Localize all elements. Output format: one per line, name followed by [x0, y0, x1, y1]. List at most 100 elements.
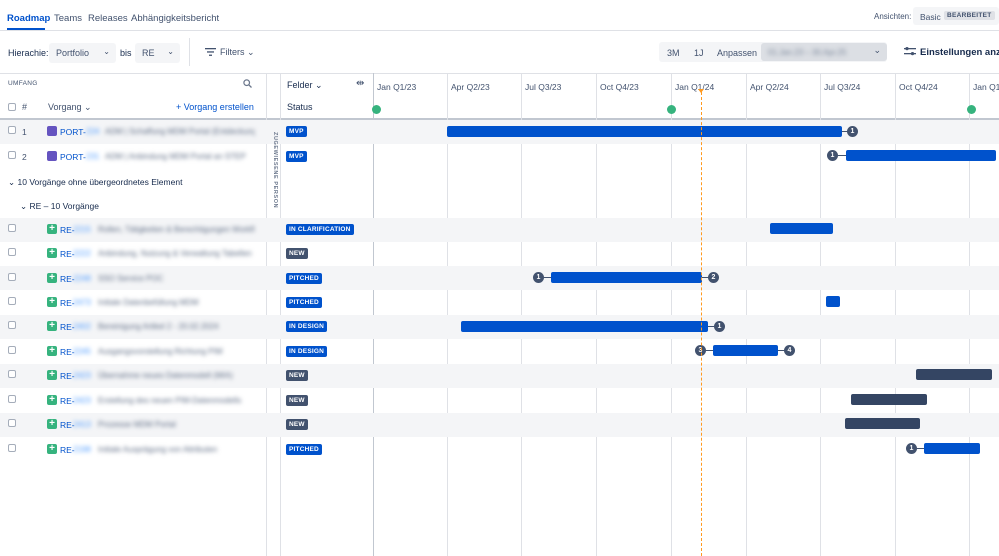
- row-checkbox[interactable]: [8, 395, 16, 403]
- collapse-fields-icon[interactable]: ⇹: [356, 78, 364, 89]
- quarter-label: Apr Q2/23: [451, 82, 490, 92]
- search-icon[interactable]: [243, 79, 252, 88]
- quarter-label: Jan Q1/24: [675, 82, 715, 92]
- issue-key-number: 2423: [73, 371, 91, 380]
- hierarchy-from-select[interactable]: Portfolio ⌄: [49, 43, 116, 63]
- issue-key-number: 2222: [73, 249, 91, 258]
- row-checkbox[interactable]: [8, 126, 16, 134]
- timeline-bar[interactable]: [845, 418, 920, 429]
- row-checkbox[interactable]: [8, 370, 16, 378]
- tab-dependency-report[interactable]: Abhängigkeitsbericht: [131, 13, 219, 24]
- zoom-custom-button[interactable]: Anpassen: [717, 48, 757, 58]
- release-milestone-marker[interactable]: [372, 105, 381, 114]
- row-checkbox[interactable]: [8, 248, 16, 256]
- issue-summary[interactable]: Initiale Datenbefüllung MDM: [98, 298, 255, 307]
- row-checkbox[interactable]: [8, 273, 16, 281]
- grid-top-border: [0, 73, 999, 74]
- release-milestone-marker[interactable]: [667, 105, 676, 114]
- number-column-header: #: [22, 102, 28, 112]
- issue-key-number: 2245: [73, 347, 91, 356]
- story-icon: +: [47, 273, 57, 283]
- row-checkbox[interactable]: [8, 444, 16, 452]
- dependency-badge[interactable]: 1: [533, 272, 544, 283]
- row-checkbox[interactable]: [8, 346, 16, 354]
- timeline-bar[interactable]: [461, 321, 708, 332]
- row-checkbox[interactable]: [8, 151, 16, 159]
- issue-key-number: 2215: [73, 225, 91, 234]
- tab-releases[interactable]: Releases: [88, 13, 128, 24]
- status-badge: MVP: [286, 151, 307, 162]
- quarter-label: Oct Q4/24: [899, 82, 938, 92]
- row-number: 1: [22, 127, 27, 137]
- zoom-3m-button[interactable]: 3M: [667, 48, 680, 58]
- release-milestone-marker[interactable]: [967, 105, 976, 114]
- issue-summary[interactable]: Prozesse MDM Portal: [98, 420, 255, 429]
- issue-summary[interactable]: Anbindung, Nutzung & Verwaltung Tabellen: [98, 249, 255, 258]
- timeline-bar[interactable]: [916, 369, 992, 380]
- issue-column-label: Vorgang: [48, 102, 82, 112]
- issue-key-number: 2413: [73, 420, 91, 429]
- dependency-badge[interactable]: 2: [708, 272, 719, 283]
- group-orphan-issues[interactable]: ⌄ 10 Vorgänge ohne übergeordnetes Elemen…: [8, 177, 182, 188]
- issue-column-header[interactable]: Vorgang ⌄: [48, 102, 92, 113]
- story-icon: +: [47, 224, 57, 234]
- dependency-badge[interactable]: 4: [784, 345, 795, 356]
- row-checkbox[interactable]: [8, 297, 16, 305]
- story-icon: +: [47, 297, 57, 307]
- issue-summary[interactable]: ADM | Anbindung MDM Portal an STEP: [105, 152, 255, 161]
- status-badge: PITCHED: [286, 297, 322, 308]
- view-name: Basic: [920, 12, 941, 22]
- issue-summary[interactable]: Bereinigung Artikel 2 - 20.02.2024: [98, 322, 255, 331]
- issue-summary[interactable]: ADM | Schaffung MDM Portal (Entdeckung): [105, 127, 255, 136]
- quarter-label: Jan Q1/: [973, 82, 999, 92]
- settings-sliders-icon: [904, 47, 916, 56]
- story-icon: +: [47, 346, 57, 356]
- timeline-bar[interactable]: [846, 150, 996, 161]
- dependency-badge[interactable]: 1: [847, 126, 858, 137]
- dependency-badge[interactable]: 1: [906, 443, 917, 454]
- chevron-down-icon: ⌄: [247, 47, 255, 57]
- timeline-bar[interactable]: [851, 394, 927, 405]
- dependency-badge[interactable]: 1: [714, 321, 725, 332]
- row-checkbox[interactable]: [8, 224, 16, 232]
- settings-label: Einstellungen anzeigen: [920, 47, 999, 58]
- issue-summary[interactable]: Rollen, Tätigkeiten & Berechtigungen Wor…: [98, 225, 255, 234]
- issue-summary[interactable]: Übernahme neues Datenmodell (MIA): [98, 371, 255, 380]
- row-number: 2: [22, 152, 27, 162]
- tab-roadmap[interactable]: Roadmap: [7, 13, 50, 24]
- timeline-bar[interactable]: [924, 443, 980, 454]
- row-checkbox[interactable]: [8, 321, 16, 329]
- hierarchy-to-select[interactable]: RE ⌄: [135, 43, 180, 63]
- select-all-checkbox[interactable]: [8, 103, 16, 111]
- issue-key[interactable]: PORT-: [60, 127, 86, 137]
- zoom-1y-button[interactable]: 1J: [694, 48, 704, 58]
- filters-button[interactable]: Filters ⌄: [205, 47, 255, 58]
- issue-summary[interactable]: Initiale Ausprägung von Attributen: [98, 445, 255, 454]
- timeline-bar[interactable]: [770, 223, 833, 234]
- view-settings-button[interactable]: Einstellungen anzeigen: [904, 47, 999, 58]
- tab-teams[interactable]: Teams: [54, 13, 82, 24]
- hierarchy-from-value: Portfolio: [56, 48, 90, 58]
- timeline-bar[interactable]: [826, 296, 840, 307]
- timeline-bar[interactable]: [551, 272, 702, 283]
- issue-key-number: 231: [86, 152, 100, 161]
- chevron-down-icon: ⌄: [103, 47, 110, 56]
- create-issue-button[interactable]: + Vorgang erstellen: [176, 102, 254, 112]
- assignee-column-label: ZUGEWIESENE PERSON: [272, 132, 278, 209]
- quarter-label: Oct Q4/23: [600, 82, 639, 92]
- timeline-bar[interactable]: [447, 126, 842, 137]
- chevron-down-icon: ⌄: [8, 177, 16, 187]
- fields-button[interactable]: Felder ⌄: [287, 80, 323, 91]
- edited-badge: BEARBEITET: [944, 11, 995, 20]
- issue-summary[interactable]: SSO Service POC: [98, 274, 255, 283]
- issue-summary[interactable]: Ausgangsvorstellung Richtung PIM: [98, 347, 255, 356]
- dependency-badge[interactable]: 1: [827, 150, 838, 161]
- dependency-connector: [706, 350, 713, 351]
- timeline-bar[interactable]: [713, 345, 778, 356]
- group-re-issues[interactable]: ⌄ RE – 10 Vorgänge: [20, 201, 99, 212]
- issue-key-number: 2423: [73, 396, 91, 405]
- issue-key[interactable]: PORT-: [60, 152, 86, 162]
- issue-summary[interactable]: Erstellung des neuen PIM-Datenmodells: [98, 396, 255, 405]
- toolbar-divider: [189, 38, 190, 66]
- row-checkbox[interactable]: [8, 419, 16, 427]
